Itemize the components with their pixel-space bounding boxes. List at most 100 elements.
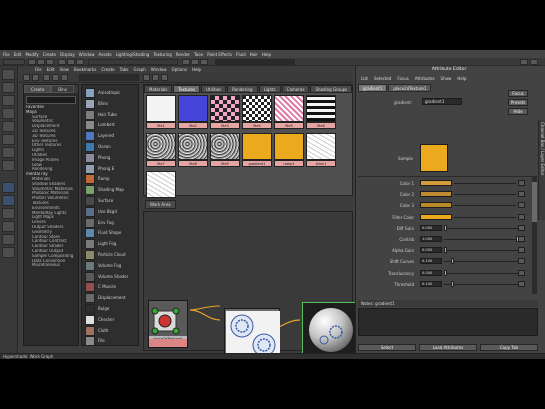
node-type-item[interactable]: Cloth xyxy=(85,325,135,336)
menu-item[interactable]: Modify xyxy=(25,52,38,57)
map-button[interactable] xyxy=(518,236,525,242)
hide-button[interactable]: Hide xyxy=(508,108,528,115)
attribute-slider[interactable] xyxy=(444,283,520,285)
lasso-tool-icon[interactable] xyxy=(2,82,15,93)
swatch-tile[interactable]: gradient1 xyxy=(242,133,272,169)
swatch-tile[interactable]: file9 xyxy=(210,133,240,169)
node-type-item[interactable]: Bulge xyxy=(85,304,135,314)
attribute-menu-item[interactable]: Show xyxy=(441,76,452,81)
color-swatch[interactable] xyxy=(420,180,452,186)
attribute-menu-item[interactable]: Attributes xyxy=(415,76,435,81)
node-type-item[interactable]: Phong E xyxy=(85,163,135,174)
menu-item[interactable]: Create xyxy=(43,52,56,57)
map-button[interactable] xyxy=(518,280,525,287)
node-type-item[interactable]: File xyxy=(85,336,135,347)
attribute-menu-item[interactable]: Help xyxy=(457,76,466,81)
swatch-tile[interactable]: file2 xyxy=(178,95,208,131)
node-type-item[interactable]: Ocean xyxy=(85,142,135,152)
node-type-item[interactable]: Volume Shader xyxy=(85,271,135,282)
node-type-item[interactable]: Blinn xyxy=(85,98,135,109)
node-type-item[interactable]: Surface xyxy=(85,196,135,206)
menu-item[interactable]: Paint Effects xyxy=(207,52,232,57)
hypershade-bottom-tabs-icon[interactable] xyxy=(152,74,159,81)
attribute-tab[interactable]: place2dTexture1 xyxy=(388,84,432,92)
menu-item[interactable]: Render xyxy=(176,52,190,57)
attribute-value-field[interactable]: 0.100 xyxy=(420,258,442,265)
node-type-item[interactable]: Ramp xyxy=(85,174,135,185)
menu-item[interactable]: Assets xyxy=(99,52,112,57)
tree-search-input[interactable] xyxy=(26,96,76,104)
select-component-button[interactable] xyxy=(76,59,84,65)
map-button[interactable] xyxy=(518,202,525,209)
node-type-item[interactable]: Hair Tube xyxy=(85,109,135,120)
slider-knob[interactable] xyxy=(444,224,447,231)
persp-graph-layout-icon[interactable] xyxy=(2,221,15,232)
node-type-item[interactable]: C Muscle xyxy=(85,282,135,293)
attribute-slider[interactable] xyxy=(454,205,516,207)
swatch-tab[interactable]: Materials xyxy=(144,85,173,93)
snap-buttons[interactable] xyxy=(88,59,178,65)
attribute-slider[interactable] xyxy=(454,183,516,184)
load-attributes-button[interactable]: Load Attributes xyxy=(419,344,477,351)
move-tool-icon[interactable] xyxy=(2,108,15,119)
swatch-tile[interactable]: ramp1 xyxy=(274,133,304,169)
swatch-tab[interactable]: Rendering xyxy=(227,85,258,93)
hypershade-menu-item[interactable]: Bookmarks xyxy=(74,67,96,72)
menu-item[interactable]: Help xyxy=(262,52,271,57)
hypershade-menu-item[interactable]: Options xyxy=(172,67,187,72)
show-channel-box-button[interactable] xyxy=(530,59,538,65)
color-swatch[interactable] xyxy=(420,202,452,209)
hypershade-show-tree-icon[interactable] xyxy=(23,74,30,81)
node-type-item[interactable]: Use Bkgd xyxy=(85,206,135,217)
swatch-tab[interactable]: Textures xyxy=(173,85,201,93)
hypershade-menu-item[interactable]: Help xyxy=(192,67,201,72)
slider-knob[interactable] xyxy=(451,280,455,287)
color-swatch[interactable] xyxy=(420,213,452,220)
single-perspective-layout-icon[interactable] xyxy=(2,182,15,193)
select-tool-icon[interactable] xyxy=(2,69,15,80)
node-type-item[interactable]: Particle Cloud xyxy=(85,250,135,260)
paint-select-tool-icon[interactable] xyxy=(2,95,15,106)
hypershade-swatch-size-slider[interactable] xyxy=(79,74,139,81)
show-attribute-editor-button[interactable] xyxy=(520,59,528,65)
swatch-tab[interactable]: Shading Groups xyxy=(310,85,353,93)
swatch-tile[interactable]: blinn1 xyxy=(306,133,336,169)
hypershade-graph-output-icon[interactable] xyxy=(61,74,68,81)
quick-select-input[interactable] xyxy=(215,59,295,65)
attribute-scrollbar[interactable] xyxy=(532,176,537,294)
menu-item[interactable]: Toon xyxy=(194,52,203,57)
file-texture-node[interactable]: file1 xyxy=(224,308,280,359)
node-type-item[interactable]: Phong xyxy=(85,152,135,163)
attribute-slider[interactable] xyxy=(444,250,520,252)
channel-box-side-tab[interactable]: Channel Box / Layer Editor xyxy=(538,120,545,220)
map-button[interactable] xyxy=(518,224,525,231)
scale-tool-icon[interactable] xyxy=(2,134,15,145)
presets-button[interactable]: Presets xyxy=(508,99,528,106)
render-settings-button[interactable] xyxy=(200,59,208,65)
hypershade-clear-graph-icon[interactable] xyxy=(32,74,39,81)
attribute-slider[interactable] xyxy=(444,261,520,263)
node-type-item[interactable]: Anisotropic xyxy=(85,88,135,98)
attribute-slider[interactable] xyxy=(454,194,516,196)
attribute-slider[interactable] xyxy=(454,216,516,218)
hypershade-menu-item[interactable]: Edit xyxy=(47,67,55,72)
node-type-item[interactable]: Env Fog xyxy=(85,217,135,228)
rotate-tool-icon[interactable] xyxy=(2,121,15,132)
attribute-slider[interactable] xyxy=(444,272,520,274)
node-name-field[interactable]: gradient1 xyxy=(422,98,462,105)
map-button[interactable] xyxy=(518,191,525,198)
map-button[interactable] xyxy=(518,213,525,220)
custom-layout-icon[interactable] xyxy=(2,247,15,258)
node-type-item[interactable]: Volume Fog xyxy=(85,260,135,271)
select-hierarchy-button[interactable] xyxy=(58,59,66,65)
menu-item[interactable]: Window xyxy=(79,52,95,57)
attribute-menu-item[interactable]: List xyxy=(361,76,368,81)
hypershade-both-tabs-icon[interactable] xyxy=(161,74,168,81)
node-type-item[interactable]: Checker xyxy=(85,314,135,325)
menu-item[interactable]: Display xyxy=(60,52,75,57)
menu-item[interactable]: Texturing xyxy=(153,52,171,57)
attribute-slider[interactable] xyxy=(444,227,520,229)
slider-knob[interactable] xyxy=(444,269,447,276)
scrollbar-thumb[interactable] xyxy=(532,182,537,222)
render-button[interactable] xyxy=(182,59,190,65)
